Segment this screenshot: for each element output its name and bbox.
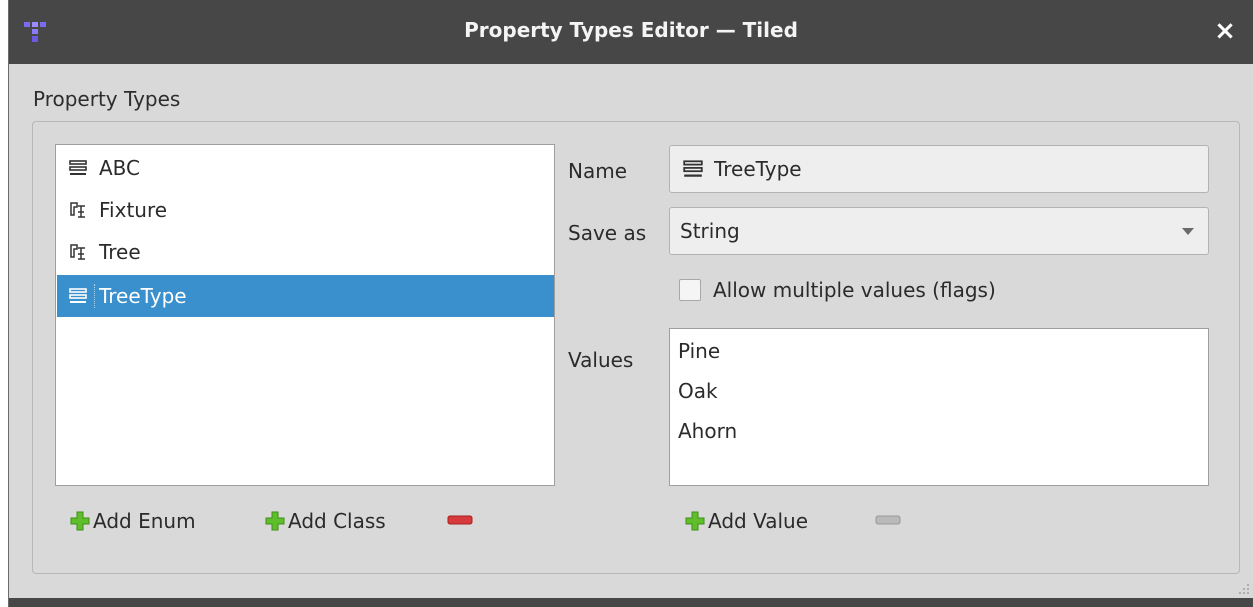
values-label: Values <box>568 348 634 372</box>
dialog-window: Property Types Editor — Tiled × Property… <box>8 0 1253 607</box>
add-value-button[interactable]: Add Value <box>684 509 808 533</box>
type-item-label: ABC <box>99 156 141 180</box>
value-item[interactable]: Oak <box>678 379 718 403</box>
flags-checkbox[interactable] <box>679 279 701 301</box>
bottom-border <box>9 598 1253 607</box>
add-icon <box>265 511 285 531</box>
title-bar: Property Types Editor — Tiled × <box>9 0 1253 64</box>
add-class-label: Add Class <box>288 509 386 533</box>
type-item-fixture[interactable]: Fixture <box>57 189 554 231</box>
type-item-label: TreeType <box>94 284 187 308</box>
close-button[interactable]: × <box>1213 17 1237 45</box>
name-field[interactable] <box>669 145 1209 193</box>
type-item-tree[interactable]: Tree <box>57 231 554 273</box>
flags-label: Allow multiple values (flags) <box>713 278 996 302</box>
remove-type-button[interactable] <box>447 514 473 526</box>
remove-value-button[interactable] <box>875 514 901 526</box>
name-input[interactable] <box>714 157 1174 181</box>
class-icon <box>67 199 89 221</box>
save-as-select[interactable]: String <box>669 207 1209 255</box>
remove-icon <box>875 515 901 525</box>
type-item-label: Tree <box>99 240 141 264</box>
type-list[interactable]: ABC Fixture Tree TreeType <box>55 144 555 486</box>
group-title: Property Types <box>33 87 181 111</box>
flags-checkbox-row[interactable]: Allow multiple values (flags) <box>679 278 996 302</box>
resize-grip-icon[interactable] <box>1236 581 1250 595</box>
chevron-down-icon <box>1182 228 1194 235</box>
add-value-label: Add Value <box>708 509 808 533</box>
remove-icon <box>447 515 473 525</box>
add-icon <box>685 511 705 531</box>
add-class-button[interactable]: Add Class <box>264 509 386 533</box>
type-item-label: Fixture <box>99 198 168 222</box>
enum-icon <box>683 160 703 177</box>
save-as-value: String <box>680 219 740 243</box>
add-enum-button[interactable]: Add Enum <box>69 509 196 533</box>
enum-icon <box>67 285 89 307</box>
class-icon <box>67 241 89 263</box>
save-as-label: Save as <box>568 221 647 245</box>
name-label: Name <box>568 159 628 183</box>
enum-icon <box>67 157 89 179</box>
add-enum-label: Add Enum <box>93 509 196 533</box>
values-list[interactable]: Pine Oak Ahorn <box>669 328 1209 486</box>
value-item[interactable]: Pine <box>678 339 720 363</box>
type-item-treetype[interactable]: TreeType <box>57 275 554 317</box>
value-item[interactable]: Ahorn <box>678 419 737 443</box>
add-icon <box>70 511 90 531</box>
type-item-abc[interactable]: ABC <box>57 147 554 189</box>
window-title: Property Types Editor — Tiled <box>464 18 798 42</box>
